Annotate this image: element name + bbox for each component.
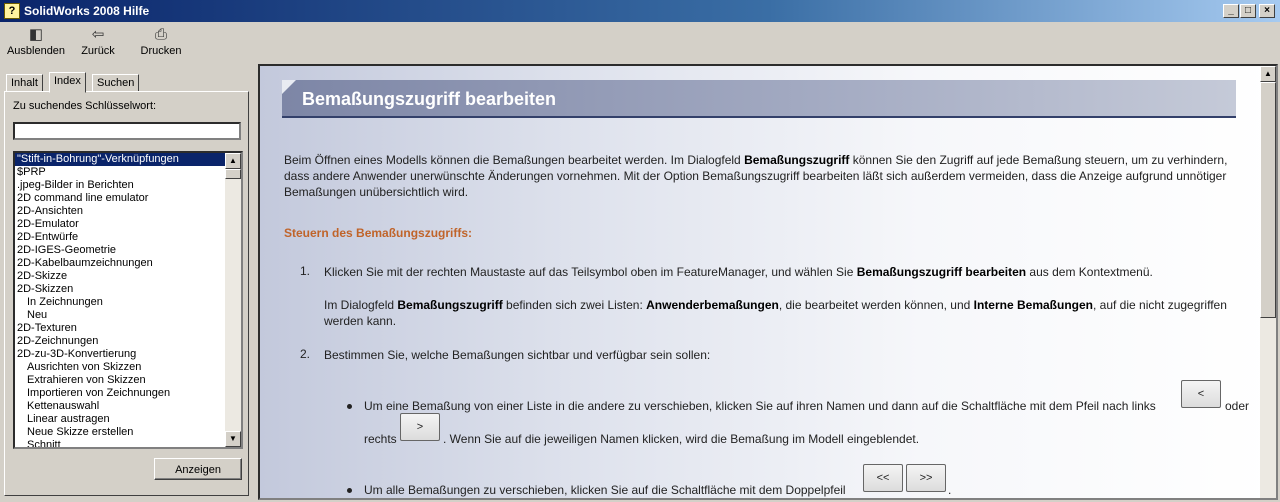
minimize-button[interactable]: _ xyxy=(1223,4,1239,18)
content-scroll-up-icon[interactable]: ▲ xyxy=(1260,66,1276,82)
navigation-pane: Inhalt Index Suchen Zu suchendes Schlüss… xyxy=(0,64,252,502)
index-list-item[interactable]: Neu xyxy=(15,309,225,322)
move-right-button[interactable]: > xyxy=(400,413,440,441)
index-list-item[interactable]: In Zeichnungen xyxy=(15,296,225,309)
index-list-item[interactable]: Schnitt xyxy=(15,439,225,447)
index-list-item[interactable]: 2D-Skizze xyxy=(15,270,225,283)
bullet-2-text: Um alle Bemaßungen zu verschieben, klick… xyxy=(364,483,846,497)
back-arrow-icon: ⇦ xyxy=(91,26,105,43)
move-left-button[interactable]: < xyxy=(1181,380,1221,408)
index-tab-panel: Zu suchendes Schlüsselwort: "Stift-in-Bo… xyxy=(4,91,249,496)
index-list-item[interactable]: Neue Skizze erstellen xyxy=(15,426,225,439)
bullet-1 xyxy=(347,404,352,409)
toolbar: ◧ Ausblenden ⇦ Zurück ⎙ Drucken xyxy=(0,22,1280,64)
content-scrollbar[interactable]: ▲ xyxy=(1260,66,1276,498)
bullet-1-text: Um eine Bemaßung von einer Liste in die … xyxy=(364,399,1156,413)
step-2-text: Bestimmen Sie, welche Bemaßungen sichtba… xyxy=(324,348,711,362)
content-scroll-thumb[interactable] xyxy=(1260,82,1276,318)
help-app-icon: ? xyxy=(4,3,20,19)
index-list-item[interactable]: 2D command line emulator xyxy=(15,192,225,205)
step-1-text: Klicken Sie mit der rechten Maustaste au… xyxy=(324,265,1153,279)
index-list-item[interactable]: 2D-zu-3D-Konvertierung xyxy=(15,348,225,361)
index-list[interactable]: "Stift-in-Bohrung"-Verknüpfungen $PRP .jpe… xyxy=(13,151,243,449)
index-list-item[interactable]: 2D-IGES-Geometrie xyxy=(15,244,225,257)
move-all-left-button[interactable]: << xyxy=(863,464,903,492)
scroll-down-icon[interactable]: ▼ xyxy=(225,431,241,447)
tab-search[interactable]: Suchen xyxy=(92,74,140,92)
close-button[interactable]: × xyxy=(1259,4,1275,18)
index-list-item[interactable]: "Stift-in-Bohrung"-Verknüpfungen xyxy=(15,153,225,166)
bullet-2-end: . xyxy=(948,483,952,497)
section-heading: Steuern des Bemaßungszugriffs: xyxy=(284,226,473,240)
topic-document: Bemaßungszugriff bearbeiten Beim Öffnen … xyxy=(260,66,1260,498)
index-scroll-thumb[interactable] xyxy=(225,169,241,179)
index-list-scrollbar[interactable]: ▲ ▼ xyxy=(225,153,241,447)
page-title: Bemaßungszugriff bearbeiten xyxy=(282,80,1236,118)
index-list-item[interactable]: 2D-Entwürfe xyxy=(15,231,225,244)
index-list-item[interactable]: 2D-Ansichten xyxy=(15,205,225,218)
bullet-2 xyxy=(347,488,352,493)
title-notch xyxy=(282,80,296,94)
scroll-up-icon[interactable]: ▲ xyxy=(225,153,241,169)
print-button-label: Drucken xyxy=(140,45,182,57)
index-list-item[interactable]: $PRP xyxy=(15,166,225,179)
index-list-item[interactable]: .jpeg-Bilder in Berichten xyxy=(15,179,225,192)
back-button-label: Zurück xyxy=(81,45,115,57)
move-all-right-button[interactable]: >> xyxy=(906,464,946,492)
index-list-items: "Stift-in-Bohrung"-Verknüpfungen $PRP .jpe… xyxy=(15,153,225,447)
index-list-item[interactable]: Importieren von Zeichnungen xyxy=(15,387,225,400)
index-list-item[interactable]: 2D-Kabelbaumzeichnungen xyxy=(15,257,225,270)
keyword-input[interactable] xyxy=(13,122,241,140)
topic-content-pane: Bemaßungszugriff bearbeiten Beim Öffnen … xyxy=(258,64,1278,500)
bullet-1-or: oder xyxy=(1225,399,1250,413)
restore-button[interactable]: □ xyxy=(1240,4,1256,18)
keyword-label: Zu suchendes Schlüsselwort: xyxy=(13,100,157,112)
intro-paragraph: Beim Öffnen eines Modells können die Bem… xyxy=(284,153,1228,199)
step-1-number: 1. xyxy=(300,264,311,278)
index-list-item[interactable]: 2D-Emulator xyxy=(15,218,225,231)
index-list-item[interactable]: Extrahieren von Skizzen xyxy=(15,374,225,387)
show-button[interactable]: Anzeigen xyxy=(154,458,242,480)
printer-icon: ⎙ xyxy=(154,26,167,43)
index-list-item[interactable]: 2D-Texturen xyxy=(15,322,225,335)
index-list-item[interactable]: Linear austragen xyxy=(15,413,225,426)
index-list-item[interactable]: Ausrichten von Skizzen xyxy=(15,361,225,374)
bullet-1-continued: . Wenn Sie auf die jeweiligen Namen klic… xyxy=(443,432,920,446)
hide-pane-icon: ◧ xyxy=(28,26,44,43)
print-button[interactable]: ⎙ Drucken xyxy=(138,26,184,62)
tab-index[interactable]: Index xyxy=(49,72,86,93)
index-list-item[interactable]: 2D-Skizzen xyxy=(15,283,225,296)
window-title: SolidWorks 2008 Hilfe xyxy=(24,4,150,18)
hide-button[interactable]: ◧ Ausblenden xyxy=(6,26,66,62)
bullet-1-right: rechts xyxy=(364,432,397,446)
tab-contents[interactable]: Inhalt xyxy=(6,74,43,92)
step-1-detail: Im Dialogfeld Bemaßungszugriff befinden … xyxy=(324,298,1227,328)
index-list-item[interactable]: 2D-Zeichnungen xyxy=(15,335,225,348)
title-bar: ? SolidWorks 2008 Hilfe _ □ × xyxy=(0,0,1280,22)
hide-button-label: Ausblenden xyxy=(6,45,66,57)
back-button[interactable]: ⇦ Zurück xyxy=(76,26,120,62)
step-2-number: 2. xyxy=(300,347,311,361)
index-list-item[interactable]: Kettenauswahl xyxy=(15,400,225,413)
